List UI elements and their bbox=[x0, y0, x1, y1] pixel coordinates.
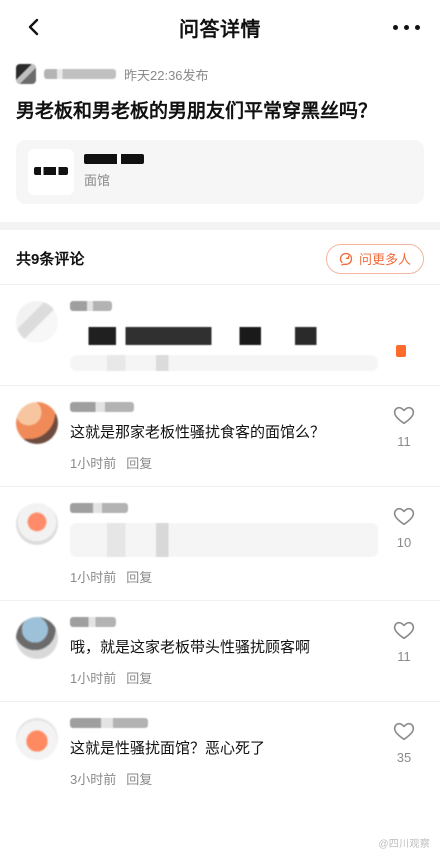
comment-time: 1小时前 bbox=[70, 569, 117, 585]
comment-like: 10 bbox=[384, 505, 424, 550]
comment-author-redacted[interactable] bbox=[70, 502, 128, 513]
comment-author-redacted[interactable] bbox=[70, 401, 134, 412]
heart-icon[interactable] bbox=[393, 404, 415, 426]
comment-text: 这就是那家老板性骚扰食客的面馆么？ bbox=[70, 423, 326, 441]
store-info: 面馆 bbox=[84, 154, 144, 189]
comment-body: 这就是那家老板性骚扰食客的面馆么？ 1小时前 回复 bbox=[70, 398, 424, 472]
comment-time: 1小时前 bbox=[70, 455, 117, 471]
section-divider bbox=[0, 221, 440, 230]
comment-avatar[interactable] bbox=[16, 401, 58, 444]
comments-header: 共9条评论 问更多人 bbox=[0, 230, 440, 284]
comment-avatar[interactable] bbox=[16, 616, 58, 659]
watermark: @四川观察 bbox=[378, 839, 430, 850]
comment-reply-link[interactable]: 回复 bbox=[126, 769, 152, 788]
heart-icon[interactable] bbox=[393, 619, 415, 641]
question-title: 男老板和男老板的男朋友们平常穿黑丝吗？ bbox=[16, 101, 378, 122]
publish-time: 昨天22:36发布 bbox=[124, 67, 209, 83]
comment-meta-redacted bbox=[70, 354, 378, 371]
back-button[interactable] bbox=[16, 9, 52, 45]
comment-time: 3小时前 bbox=[70, 771, 117, 787]
ask-more-button[interactable]: 问更多人 bbox=[325, 243, 424, 274]
question-block: 昨天22:36发布 男老板和男老板的男朋友们平常穿黑丝吗？ 面馆 bbox=[0, 54, 440, 222]
comment-body: 这就是性骚扰面馆？恶心死了 3小时前 回复 bbox=[70, 714, 424, 788]
comment-meta: 1小时前 回复 bbox=[70, 668, 378, 687]
comments-count: 共9条评论 bbox=[16, 251, 85, 269]
store-thumbnail bbox=[28, 148, 74, 195]
comment-body: 哦，就是这家老板带头性骚扰顾客啊 1小时前 回复 bbox=[70, 613, 424, 687]
store-name-redacted bbox=[84, 154, 144, 165]
comment-like: 11 bbox=[384, 619, 424, 664]
question-meta: 昨天22:36发布 bbox=[16, 64, 424, 84]
top-bar: 问答详情 bbox=[0, 0, 440, 54]
comment-item: 这就是那家老板性骚扰食客的面馆么？ 1小时前 回复 11 bbox=[0, 384, 440, 486]
ask-more-label: 问更多人 bbox=[358, 252, 411, 268]
like-count: 10 bbox=[396, 534, 412, 550]
comment-text: 这就是性骚扰面馆？恶心死了 bbox=[70, 739, 266, 757]
comment-reply-link[interactable]: 回复 bbox=[126, 567, 152, 586]
comment-body bbox=[70, 297, 424, 371]
comment-text-redacted bbox=[70, 522, 378, 557]
comment-text-redacted bbox=[70, 326, 378, 345]
comment-author-redacted[interactable] bbox=[70, 717, 148, 728]
comment-meta: 3小时前 回复 bbox=[70, 769, 378, 788]
back-icon bbox=[28, 18, 39, 36]
comment-author-redacted[interactable] bbox=[70, 300, 112, 311]
page-title: 问答详情 bbox=[179, 18, 261, 41]
comment-reply-link[interactable]: 回复 bbox=[126, 453, 152, 472]
like-count: 11 bbox=[397, 648, 411, 664]
store-type: 面馆 bbox=[84, 173, 111, 189]
redaction-color-chip bbox=[396, 344, 406, 357]
like-count: 35 bbox=[396, 749, 412, 765]
author-avatar[interactable] bbox=[16, 64, 36, 84]
heart-icon[interactable] bbox=[393, 505, 415, 527]
comment-item: 这就是性骚扰面馆？恶心死了 3小时前 回复 35 bbox=[0, 700, 440, 802]
comment-reply-link[interactable]: 回复 bbox=[126, 668, 152, 687]
comment-item: 哦，就是这家老板带头性骚扰顾客啊 1小时前 回复 11 bbox=[0, 599, 440, 701]
comment-text: 哦，就是这家老板带头性骚扰顾客啊 bbox=[70, 638, 311, 656]
comment-avatar-redacted[interactable] bbox=[16, 300, 58, 343]
comment-item bbox=[0, 283, 440, 385]
comment-author-redacted[interactable] bbox=[70, 616, 116, 627]
comment-body: 1小时前 回复 bbox=[70, 499, 424, 586]
store-card[interactable]: 面馆 bbox=[16, 139, 424, 204]
comment-like: 11 bbox=[384, 404, 424, 449]
comment-item: 1小时前 回复 10 bbox=[0, 485, 440, 600]
comment-meta: 1小时前 回复 bbox=[70, 453, 378, 472]
author-name-redacted[interactable] bbox=[44, 69, 116, 79]
comment-time: 1小时前 bbox=[70, 670, 117, 686]
heart-icon[interactable] bbox=[393, 720, 415, 742]
comment-avatar[interactable] bbox=[16, 717, 58, 760]
more-button[interactable] bbox=[388, 9, 424, 45]
comment-like: 35 bbox=[384, 720, 424, 765]
chat-refresh-icon bbox=[339, 252, 353, 266]
like-count: 11 bbox=[397, 433, 411, 449]
comment-avatar[interactable] bbox=[16, 502, 58, 545]
comment-meta: 1小时前 回复 bbox=[70, 567, 378, 586]
more-icon bbox=[392, 24, 420, 30]
